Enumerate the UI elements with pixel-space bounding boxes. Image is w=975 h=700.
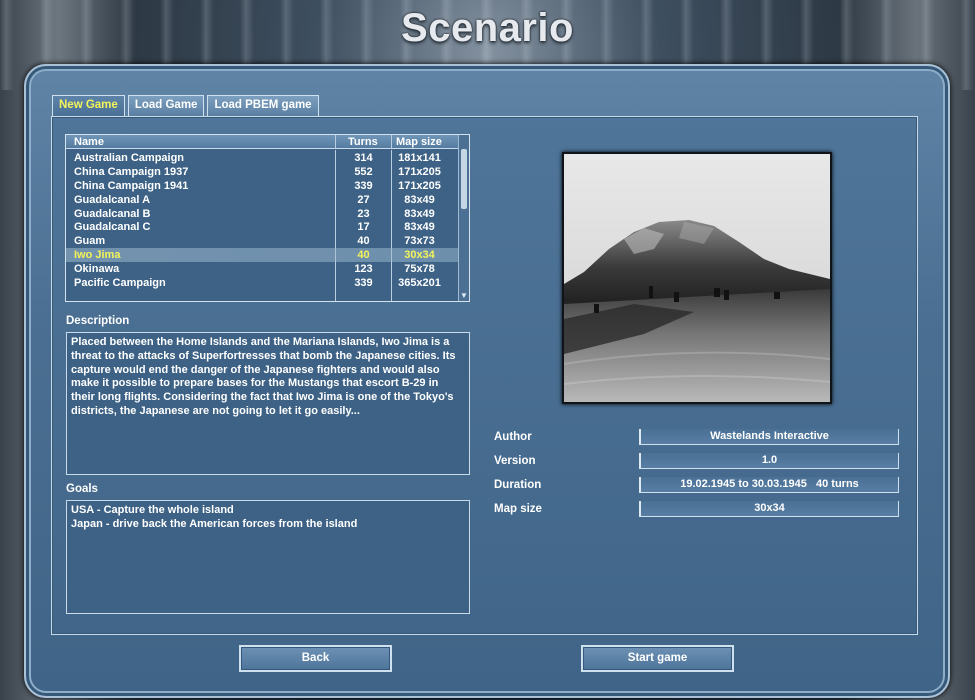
- column-header-turns[interactable]: Turns: [348, 135, 378, 149]
- duration-value: 19.02.1945 to 30.03.1945 40 turns: [639, 477, 899, 493]
- goal-line: USA - Capture the whole island: [71, 504, 234, 516]
- map-size-label: Map size: [494, 503, 542, 515]
- row-map-size: 365x201: [398, 277, 441, 290]
- description-text: Placed between the Home Islands and the …: [66, 332, 470, 475]
- row-name: China Campaign 1937: [74, 165, 189, 178]
- list-scrollbar[interactable]: ▼: [458, 135, 469, 301]
- scenario-photo: [562, 152, 832, 404]
- scenario-photo-image: [564, 154, 830, 402]
- column-header-name[interactable]: Name: [74, 135, 104, 149]
- row-turns: 552: [354, 165, 373, 178]
- screen-title: Scenario: [401, 6, 574, 50]
- row-name: Pacific Campaign: [74, 277, 166, 290]
- row-turns: 339: [354, 179, 373, 192]
- list-header: Name Turns Map size: [66, 135, 459, 149]
- row-name: Guadalcanal C: [74, 221, 151, 234]
- list-item[interactable]: Guadalcanal B 23 83x49: [66, 207, 459, 221]
- row-map-size: 73x73: [404, 235, 435, 248]
- list-item[interactable]: China Campaign 1941 339 171x205: [66, 179, 459, 193]
- column-divider: [335, 135, 336, 148]
- scenario-list[interactable]: Name Turns Map size Australian Campaign 3…: [65, 134, 470, 302]
- duration-label: Duration: [494, 479, 542, 491]
- list-item[interactable]: Guadalcanal C 17 83x49: [66, 220, 459, 234]
- row-map-size: 83x49: [404, 207, 435, 220]
- goal-line: Japan - drive back the American forces f…: [71, 517, 358, 530]
- version-value: 1.0: [639, 453, 899, 469]
- list-item[interactable]: Iwo Jima 40 30x34: [66, 248, 459, 263]
- row-name: China Campaign 1941: [74, 179, 189, 192]
- row-turns: 27: [357, 193, 370, 206]
- row-name: Guadalcanal A: [74, 193, 151, 206]
- row-turns: 17: [357, 221, 370, 234]
- goals-label: Goals: [66, 483, 98, 495]
- scenario-rows: Australian Campaign 314 181x141 China Campa…: [66, 151, 459, 290]
- tab-new-game[interactable]: New Game: [52, 95, 125, 116]
- tab-load-game[interactable]: Load Game: [127, 95, 205, 116]
- row-map-size: 171x205: [398, 165, 441, 178]
- row-map-size: 75x78: [404, 263, 435, 276]
- row-turns: 40: [357, 235, 370, 248]
- row-turns: 23: [357, 207, 370, 220]
- row-name: Okinawa: [74, 263, 120, 276]
- back-button[interactable]: Back: [239, 645, 392, 672]
- list-item[interactable]: Pacific Campaign 339 365x201: [66, 276, 459, 290]
- tab-load-pbem-game[interactable]: Load PBEM game: [207, 95, 319, 116]
- list-item[interactable]: Guam 40 73x73: [66, 234, 459, 248]
- author-label: Author: [494, 431, 532, 443]
- row-name: Guam: [74, 235, 106, 248]
- column-divider: [391, 135, 392, 148]
- column-header-map-size[interactable]: Map size: [396, 135, 442, 149]
- scroll-down-icon[interactable]: ▼: [460, 291, 468, 300]
- goals-text: USA - Capture the whole island Japan - d…: [66, 500, 470, 614]
- description-label: Description: [66, 315, 130, 327]
- row-turns: 314: [354, 152, 373, 164]
- version-label: Version: [494, 455, 536, 467]
- row-turns: 40: [357, 249, 370, 262]
- tab-bar: New Game Load Game Load PBEM game: [52, 95, 319, 116]
- row-map-size: 83x49: [404, 193, 435, 206]
- start-game-button[interactable]: Start game: [581, 645, 734, 672]
- list-item[interactable]: Guadalcanal A 27 83x49: [66, 193, 459, 207]
- author-value: Wastelands Interactive: [639, 429, 899, 445]
- list-item[interactable]: Okinawa 123 75x78: [66, 262, 459, 276]
- row-name: Australian Campaign: [74, 152, 185, 164]
- row-name: Guadalcanal B: [74, 207, 151, 220]
- row-map-size: 30x34: [404, 249, 435, 262]
- row-map-size: 171x205: [398, 179, 441, 192]
- row-turns: 339: [354, 277, 373, 290]
- map-size-value: 30x34: [639, 501, 899, 517]
- list-item[interactable]: China Campaign 1937 552 171x205: [66, 165, 459, 179]
- row-map-size: 181x141: [398, 152, 441, 164]
- list-item[interactable]: Australian Campaign 314 181x141: [66, 151, 459, 165]
- row-turns: 123: [354, 263, 373, 276]
- row-name: Iwo Jima: [74, 249, 121, 262]
- scrollbar-thumb[interactable]: [461, 149, 467, 209]
- row-map-size: 83x49: [404, 221, 435, 234]
